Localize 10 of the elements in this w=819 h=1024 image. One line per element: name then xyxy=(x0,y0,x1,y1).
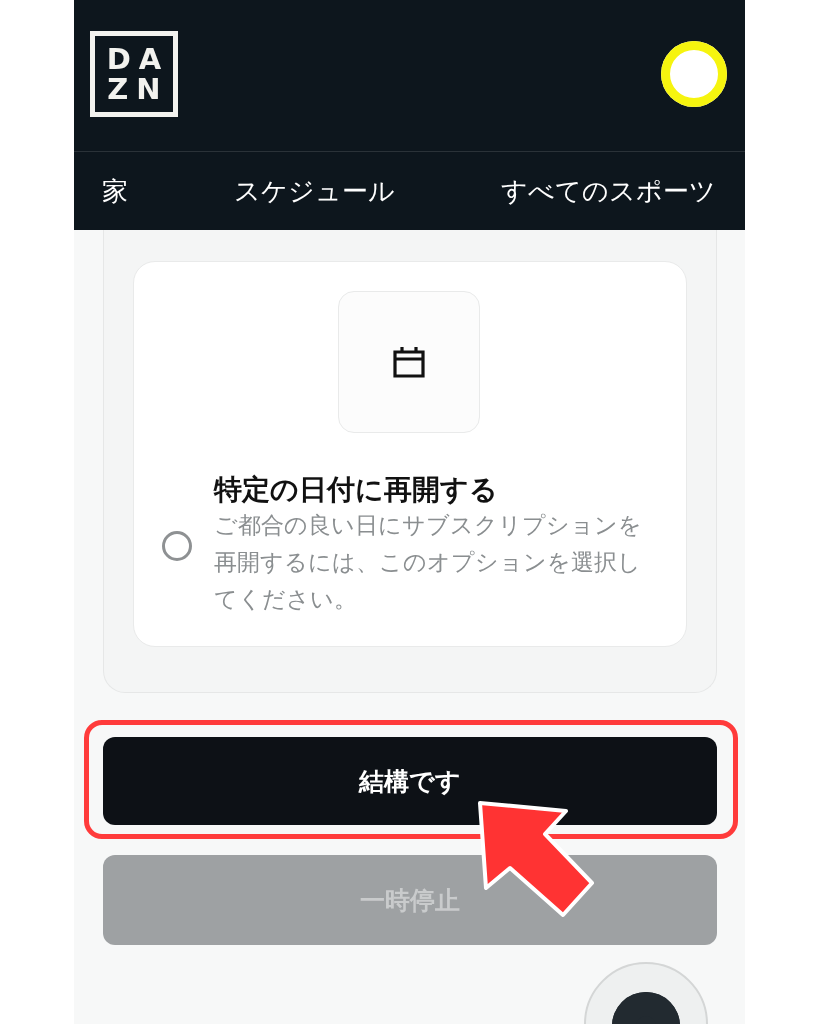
option-description: ご都合の良い日にサブスクリプションを再開するには、このオプションを選択してください。 xyxy=(214,511,643,614)
radio-button[interactable] xyxy=(162,530,192,561)
logo[interactable]: DA ZN xyxy=(90,30,178,117)
nav-tab[interactable]: 家 xyxy=(102,173,128,209)
option-card[interactable]: 特定の日付に再開する ご都合の良い日にサブスクリプションを再開するには、このオプションを選択してください。 xyxy=(133,261,687,647)
nav-tab[interactable]: すべてのスポーツ xyxy=(501,173,716,209)
confirm-button[interactable]: 結構です xyxy=(103,737,717,825)
calendar-icon xyxy=(391,344,427,380)
nav-tab[interactable]: スケジュール xyxy=(234,173,395,209)
option-title: 特定の日付に再開する xyxy=(214,473,499,507)
